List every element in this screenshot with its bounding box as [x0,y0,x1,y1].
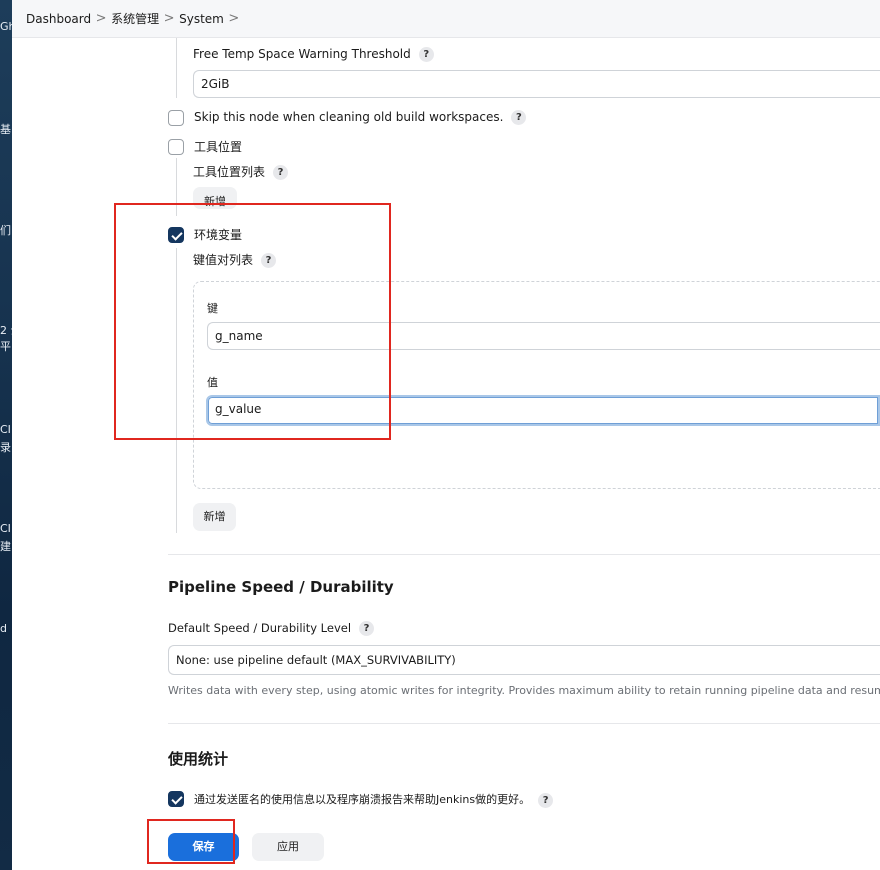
desktop-text-fragment: CI [0,522,11,535]
skip-node-label: Skip this node when cleaning old build w… [194,110,527,125]
help-icon[interactable]: ? [359,621,375,636]
tool-locations-list-label: 工具位置列表? [193,163,289,180]
breadcrumb: Dashboard > 系统管理 > System > [12,0,880,38]
usage-stats-label-text: 通过发送匿名的使用信息以及程序崩溃报告来帮助Jenkins做的更好。 [194,793,531,806]
breadcrumb-system[interactable]: System [179,12,224,26]
temp-space-label-text: Free Temp Space Warning Threshold [193,47,411,61]
desktop-text-fragment: 2 士 [0,324,12,337]
breadcrumb-dashboard[interactable]: Dashboard [26,12,91,26]
chevron-right-icon: > [95,11,107,26]
desktop-text-fragment: 录 [0,441,11,454]
jenkins-config-page: Dashboard > 系统管理 > System > Free Temp Sp… [12,0,880,870]
durability-description: Writes data with every step, using atomi… [168,684,880,697]
bottom-action-bar: 保存 应用 [12,822,880,870]
section-divider [168,554,880,555]
durability-level-select[interactable]: None: use pipeline default (MAX_SURVIVAB… [168,645,880,675]
breadcrumb-system-management[interactable]: 系统管理 [111,10,159,27]
tool-locations-list-text: 工具位置列表 [193,165,266,179]
usage-section-title: 使用统计 [168,750,229,768]
chevron-right-icon: > [228,11,240,26]
apply-button[interactable]: 应用 [252,833,324,861]
help-icon[interactable]: ? [273,165,289,180]
desktop-text-fragment: 建 [0,540,11,553]
desktop-text-fragment: Gh [0,20,12,33]
help-icon[interactable]: ? [511,110,527,125]
desktop-text-fragment: d [0,622,7,635]
annotation-highlight-box [114,203,391,440]
usage-stats-label: 通过发送匿名的使用信息以及程序崩溃报告来帮助Jenkins做的更好。? [194,791,554,808]
pipeline-section-title: Pipeline Speed / Durability [168,578,394,596]
desktop-text-fragment: 基 [0,123,11,136]
tool-locations-label: 工具位置 [194,140,243,154]
section-guide-line [176,38,177,98]
chevron-right-icon: > [163,11,175,26]
temp-space-input[interactable]: 2GiB [193,70,880,98]
skip-node-checkbox[interactable] [168,110,184,126]
help-icon[interactable]: ? [418,47,434,62]
help-icon[interactable]: ? [538,792,554,808]
skip-node-label-text: Skip this node when cleaning old build w… [194,110,504,124]
desktop-background: Gh 基 们 2 士 平 CI 录 CI 建 d [0,0,12,870]
desktop-text-fragment: CI [0,423,11,436]
tool-locations-checkbox[interactable] [168,139,184,155]
desktop-text-fragment: 们 [0,224,11,237]
usage-stats-checkbox[interactable] [168,791,184,807]
temp-space-label: Free Temp Space Warning Threshold? [193,47,434,62]
durability-level-label-text: Default Speed / Durability Level [168,621,352,635]
section-divider [168,723,880,724]
desktop-text-fragment: 平 [0,340,11,353]
durability-level-label: Default Speed / Durability Level? [168,621,375,636]
annotation-highlight-box [147,819,235,864]
env-vars-add-button[interactable]: 新增 [193,503,236,531]
